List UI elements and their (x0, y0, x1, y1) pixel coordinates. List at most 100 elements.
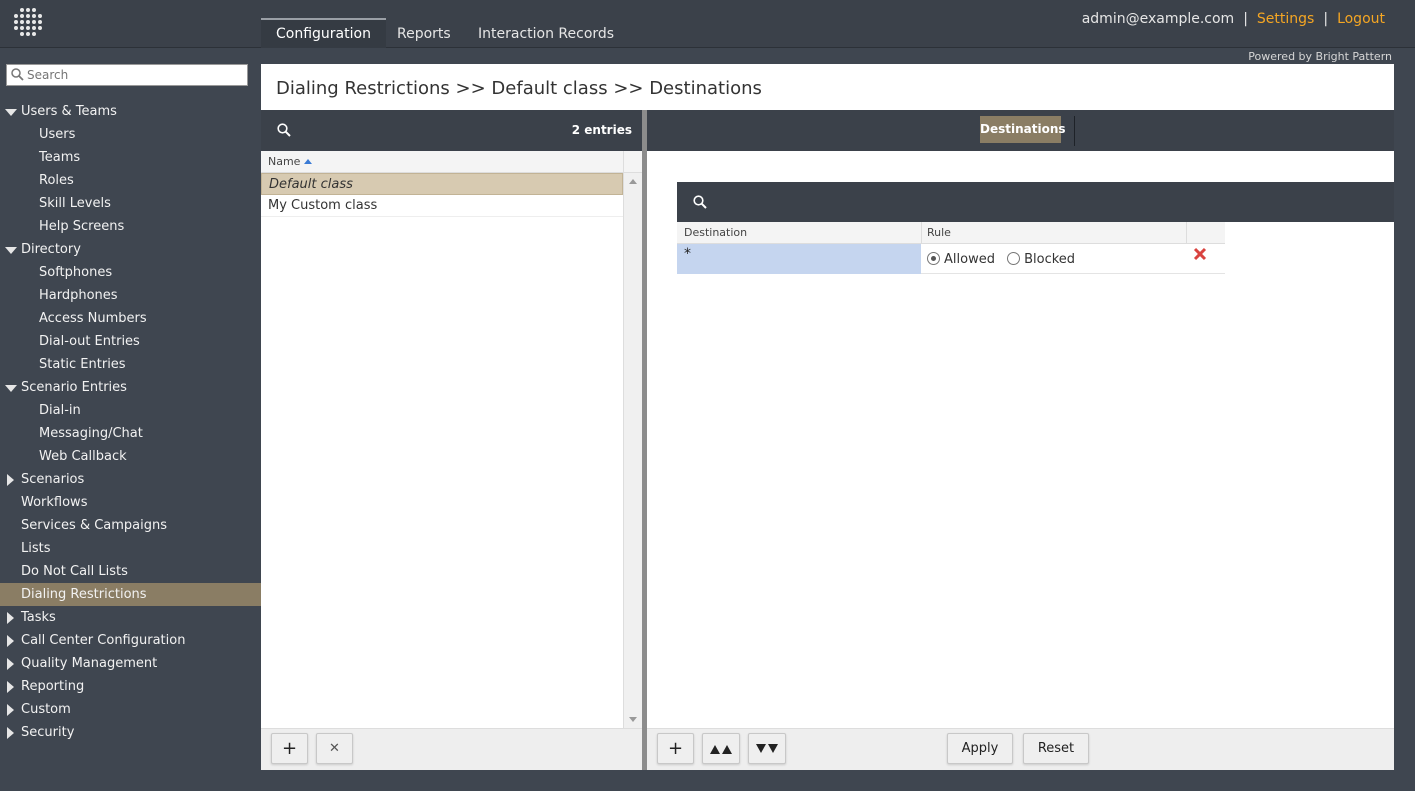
logo-dot (38, 26, 42, 30)
sidebar-item-label: Users (39, 127, 76, 142)
sidebar-item-label: Static Entries (39, 357, 126, 372)
tab-interaction-records[interactable]: Interaction Records (463, 18, 629, 48)
logo-dot (26, 32, 30, 36)
sidebar-item-label: Lists (21, 541, 51, 556)
add-class-button[interactable]: + (271, 733, 308, 764)
sidebar-item-teams[interactable]: Teams (0, 146, 261, 169)
settings-link[interactable]: Settings (1257, 11, 1314, 27)
delete-class-button[interactable]: ✕ (316, 733, 353, 764)
column-header-name[interactable]: Name (268, 155, 313, 168)
sidebar-item-quality-management[interactable]: Quality Management (0, 652, 261, 675)
collapsed-triangle-icon[interactable] (5, 606, 17, 629)
logo-dot (32, 26, 36, 30)
sidebar-item-label: Reporting (21, 679, 85, 694)
scroll-down-icon[interactable] (629, 717, 637, 722)
sidebar-item-label: Custom (21, 702, 71, 717)
tab-reports[interactable]: Reports (382, 18, 466, 48)
sidebar-item-scenarios[interactable]: Scenarios (0, 468, 261, 491)
expanded-triangle-icon[interactable] (5, 100, 17, 123)
collapsed-triangle-icon[interactable] (5, 468, 17, 491)
search-icon (11, 68, 24, 81)
sidebar-item-softphones[interactable]: Softphones (0, 261, 261, 284)
sidebar-item-label: Dial-out Entries (39, 334, 140, 349)
sidebar-item-users-teams[interactable]: Users & Teams (0, 100, 261, 123)
sidebar-search-box[interactable] (6, 64, 248, 86)
logo-dot (26, 8, 30, 12)
list-item-my-custom-class[interactable]: My Custom class (261, 195, 623, 217)
sidebar-item-tasks[interactable]: Tasks (0, 606, 261, 629)
sidebar-item-do-not-call-lists[interactable]: Do Not Call Lists (0, 560, 261, 583)
sidebar-item-label: Web Callback (39, 449, 127, 464)
list-search-field[interactable] (275, 120, 423, 142)
sidebar-item-custom[interactable]: Custom (0, 698, 261, 721)
destination-cell[interactable]: * (677, 244, 921, 274)
sidebar-item-users[interactable]: Users (0, 123, 261, 146)
sidebar-item-label: Do Not Call Lists (21, 564, 128, 579)
sidebar-item-label: Quality Management (21, 656, 158, 671)
sidebar-item-label: Scenario Entries (21, 380, 127, 395)
sidebar-item-skill-levels[interactable]: Skill Levels (0, 192, 261, 215)
sidebar-item-static-entries[interactable]: Static Entries (0, 353, 261, 376)
column-header-rule[interactable]: Rule (927, 226, 951, 239)
expanded-triangle-icon[interactable] (5, 376, 17, 399)
sidebar-item-access-numbers[interactable]: Access Numbers (0, 307, 261, 330)
scroll-up-icon[interactable] (629, 179, 637, 184)
collapsed-triangle-icon[interactable] (5, 629, 17, 652)
tab-configuration[interactable]: Configuration (261, 18, 386, 48)
nav-tree: Users & Teams Users Teams Roles Skill Levels… (0, 100, 261, 744)
apply-button[interactable]: Apply (947, 733, 1013, 764)
sidebar-item-label: Roles (39, 173, 74, 188)
logo-dot (14, 26, 18, 30)
sidebar-item-directory[interactable]: Directory (0, 238, 261, 261)
logo-dot (32, 14, 36, 18)
sidebar-item-label: Security (21, 725, 75, 740)
logout-link[interactable]: Logout (1337, 11, 1385, 27)
radio-blocked-label[interactable]: Blocked (1024, 252, 1075, 267)
sidebar-search-input[interactable] (27, 65, 242, 85)
sidebar-item-roles[interactable]: Roles (0, 169, 261, 192)
list-scrollbar[interactable] (623, 173, 642, 728)
sidebar-item-dial-in[interactable]: Dial-in (0, 399, 261, 422)
logo-dot (14, 20, 18, 24)
sidebar-item-call-center-configuration[interactable]: Call Center Configuration (0, 629, 261, 652)
search-icon (277, 123, 291, 137)
sidebar-item-scenario-entries[interactable]: Scenario Entries (0, 376, 261, 399)
reset-button[interactable]: Reset (1023, 733, 1089, 764)
collapsed-triangle-icon[interactable] (5, 698, 17, 721)
sidebar-item-services-campaigns[interactable]: Services & Campaigns (0, 514, 261, 537)
tab-destinations[interactable]: Destinations (980, 116, 1066, 143)
sidebar-item-dialing-restrictions[interactable]: Dialing Restrictions (0, 583, 261, 606)
sidebar-item-hardphones[interactable]: Hardphones (0, 284, 261, 307)
list-item-default-class[interactable]: Default class (261, 173, 623, 195)
delete-row-icon[interactable] (1193, 247, 1207, 261)
add-destination-button[interactable]: + (657, 733, 694, 764)
app-grid-icon[interactable] (10, 8, 42, 40)
destinations-table: Destination Rule * Allowed Blocked (677, 222, 1225, 274)
sidebar-item-messaging-chat[interactable]: Messaging/Chat (0, 422, 261, 445)
radio-allowed-label[interactable]: Allowed (944, 252, 995, 267)
sidebar-item-workflows[interactable]: Workflows (0, 491, 261, 514)
radio-allowed[interactable] (927, 252, 940, 265)
radio-blocked[interactable] (1007, 252, 1021, 265)
list-footer: + ✕ (261, 728, 642, 770)
sidebar-item-security[interactable]: Security (0, 721, 261, 744)
breadcrumb: Dialing Restrictions >> Default class >>… (276, 78, 762, 99)
collapsed-triangle-icon[interactable] (5, 652, 17, 675)
logo-dot (26, 26, 30, 30)
destinations-search-field[interactable] (687, 191, 839, 213)
sidebar-item-web-callback[interactable]: Web Callback (0, 445, 261, 468)
logo-dot (20, 26, 24, 30)
collapsed-triangle-icon[interactable] (5, 721, 17, 744)
logo-dot (14, 14, 18, 18)
expanded-triangle-icon[interactable] (5, 238, 17, 261)
collapsed-triangle-icon[interactable] (5, 675, 17, 698)
move-up-button[interactable] (702, 733, 740, 764)
sidebar-item-dial-out-entries[interactable]: Dial-out Entries (0, 330, 261, 353)
sidebar-item-label: Messaging/Chat (39, 426, 143, 441)
sidebar-item-lists[interactable]: Lists (0, 537, 261, 560)
sidebar-item-reporting[interactable]: Reporting (0, 675, 261, 698)
column-header-destination[interactable]: Destination (684, 226, 747, 239)
search-icon (693, 195, 707, 209)
move-down-button[interactable] (748, 733, 786, 764)
sidebar-item-help-screens[interactable]: Help Screens (0, 215, 261, 238)
